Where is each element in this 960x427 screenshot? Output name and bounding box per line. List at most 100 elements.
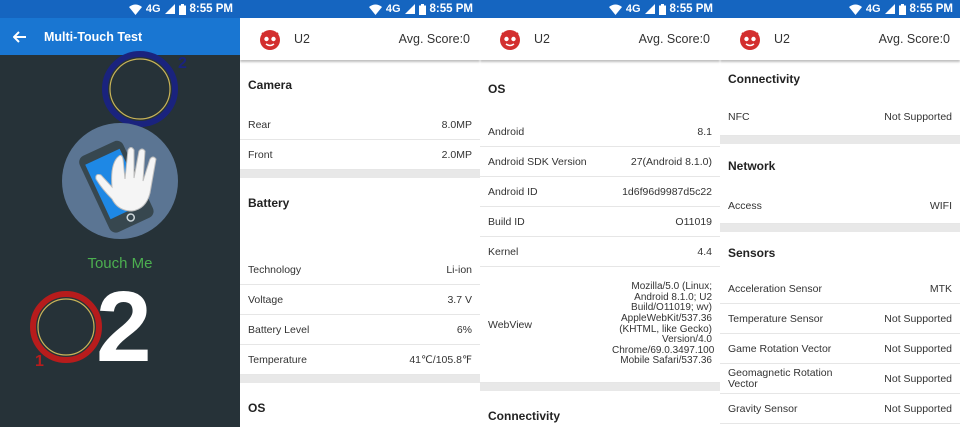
row-key: Game Rotation Vector bbox=[728, 342, 832, 355]
network-type: 4G bbox=[385, 3, 401, 15]
info-row: Temperature 41℃/105.8℉ bbox=[240, 345, 480, 375]
row-key: Battery Level bbox=[248, 323, 310, 336]
wifi-icon bbox=[608, 4, 622, 15]
section-title-connectivity: Connectivity bbox=[728, 72, 801, 86]
device-name: U2 bbox=[534, 32, 550, 46]
row-value: 3.7 V bbox=[447, 293, 472, 306]
row-value: 2.0MP bbox=[441, 148, 472, 161]
row-key: Technology bbox=[248, 263, 302, 276]
info-row: Voltage 3.7 V bbox=[240, 285, 480, 315]
network-type: 4G bbox=[865, 3, 881, 15]
touch-point-1-label: 1 bbox=[35, 353, 44, 370]
status-time: 8:55 PM bbox=[669, 3, 713, 15]
section-divider bbox=[480, 383, 720, 391]
row-key: Kernel bbox=[488, 245, 519, 258]
battery-icon bbox=[418, 3, 426, 15]
section-title-battery: Battery bbox=[248, 196, 290, 210]
info-row: NFC Not Supported bbox=[720, 98, 960, 136]
battery-icon bbox=[178, 3, 186, 15]
info-row: Temperature Sensor Not Supported bbox=[720, 304, 960, 334]
page-title: Multi-Touch Test bbox=[44, 29, 143, 44]
row-key: Temperature Sensor bbox=[728, 312, 824, 325]
row-value: Mozilla/5.0 (Linux; Android 8.1.0; U2 Bu… bbox=[612, 281, 715, 367]
row-value: 41℃/105.8℉ bbox=[409, 353, 472, 366]
row-key: Android ID bbox=[488, 185, 538, 198]
avg-score: Avg. Score:0 bbox=[878, 32, 950, 46]
app-header: U2 Avg. Score:0 bbox=[720, 18, 960, 60]
section-title-sensors: Sensors bbox=[728, 246, 776, 260]
row-key: Access bbox=[728, 199, 762, 212]
app-header: U2 Avg. Score:0 bbox=[240, 18, 480, 60]
app-header: U2 Avg. Score:0 bbox=[480, 18, 720, 60]
section-title-camera: Camera bbox=[248, 78, 293, 92]
row-key: Android bbox=[488, 125, 525, 138]
row-value: O11019 bbox=[675, 215, 712, 228]
network-type: 4G bbox=[145, 3, 161, 15]
row-value: Li-ion bbox=[446, 263, 472, 276]
row-key: Front bbox=[248, 148, 273, 161]
info-screen-hardware: 4G 8:55 PM U2 Avg. Score:0 Camera Rear 8.… bbox=[240, 0, 480, 427]
section-title-network: Network bbox=[728, 159, 776, 173]
section-divider bbox=[720, 136, 960, 144]
row-value: 8.0MP bbox=[441, 118, 472, 131]
device-name: U2 bbox=[294, 32, 310, 46]
info-row: Kernel 4.4 bbox=[480, 237, 720, 267]
row-value: 8.1 bbox=[697, 125, 712, 138]
row-key: Rear bbox=[248, 118, 271, 131]
signal-icon bbox=[404, 4, 415, 14]
section-divider bbox=[240, 375, 480, 383]
info-list: OS Android 8.1 Android SDK Version 27(Andr… bbox=[480, 60, 720, 427]
avg-score: Avg. Score:0 bbox=[638, 32, 710, 46]
info-row: Geomagnetic Rotation Vector Not Supported bbox=[720, 364, 960, 394]
info-row: Access WIFI bbox=[720, 188, 960, 224]
row-value: 6% bbox=[456, 323, 472, 336]
info-row: Technology Li-ion bbox=[240, 255, 480, 285]
row-value: MTK bbox=[929, 282, 952, 295]
row-value: 1d6f96d9987d5c22 bbox=[622, 185, 712, 198]
signal-icon bbox=[164, 4, 175, 14]
status-bar: 4G 8:55 PM bbox=[480, 0, 720, 18]
touch-area[interactable]: 2 Touch Me 1 2 bbox=[0, 51, 240, 427]
info-row: Android SDK Version 27(Android 8.1.0) bbox=[480, 147, 720, 177]
back-button[interactable] bbox=[0, 18, 40, 55]
avg-score: Avg. Score:0 bbox=[398, 32, 470, 46]
row-value: 27(Android 8.1.0) bbox=[630, 155, 712, 168]
row-key: NFC bbox=[728, 110, 750, 123]
antutu-logo-icon bbox=[500, 30, 520, 50]
device-name: U2 bbox=[774, 32, 790, 46]
info-screen-os: 4G 8:55 PM U2 Avg. Score:0 OS Android 8.1… bbox=[480, 0, 720, 427]
status-bar: 4G 8:55 PM bbox=[0, 0, 240, 18]
signal-icon bbox=[644, 4, 655, 14]
row-key: Geomagnetic Rotation Vector bbox=[728, 366, 833, 390]
section-title-connectivity: Connectivity bbox=[488, 409, 561, 423]
row-value: Not Supported bbox=[884, 312, 952, 325]
section-title-os: OS bbox=[248, 401, 266, 415]
battery-icon bbox=[898, 3, 906, 15]
section-title-os: OS bbox=[488, 81, 506, 96]
status-time: 8:55 PM bbox=[429, 3, 473, 15]
section-divider bbox=[240, 170, 480, 178]
row-value: Not Supported bbox=[884, 372, 952, 385]
section-divider bbox=[720, 224, 960, 232]
info-row: Build ID O11019 bbox=[480, 207, 720, 237]
info-row: Battery Level 6% bbox=[240, 315, 480, 345]
row-value: 4.4 bbox=[697, 245, 712, 258]
touch-point-count: 2 bbox=[96, 271, 152, 383]
hand-touch-icon bbox=[62, 123, 178, 239]
row-key: WebView bbox=[488, 318, 532, 331]
signal-icon bbox=[884, 4, 895, 14]
row-key: Voltage bbox=[248, 293, 284, 306]
info-row: Android 8.1 bbox=[480, 117, 720, 147]
row-key: Temperature bbox=[248, 353, 307, 366]
wifi-icon bbox=[368, 4, 382, 15]
wifi-icon bbox=[848, 4, 862, 15]
row-value: WIFI bbox=[929, 199, 952, 212]
network-type: 4G bbox=[625, 3, 641, 15]
row-key: Gravity Sensor bbox=[728, 402, 798, 415]
status-time: 8:55 PM bbox=[909, 3, 953, 15]
multitouch-screen: 4G 8:55 PM Multi-Touch Test 2 Touch Me 1… bbox=[0, 0, 240, 427]
antutu-logo-icon bbox=[260, 30, 280, 50]
info-screen-sensors: 4G 8:55 PM U2 Avg. Score:0 Connectivity … bbox=[720, 0, 960, 427]
touch-point-2-label: 2 bbox=[178, 55, 187, 72]
